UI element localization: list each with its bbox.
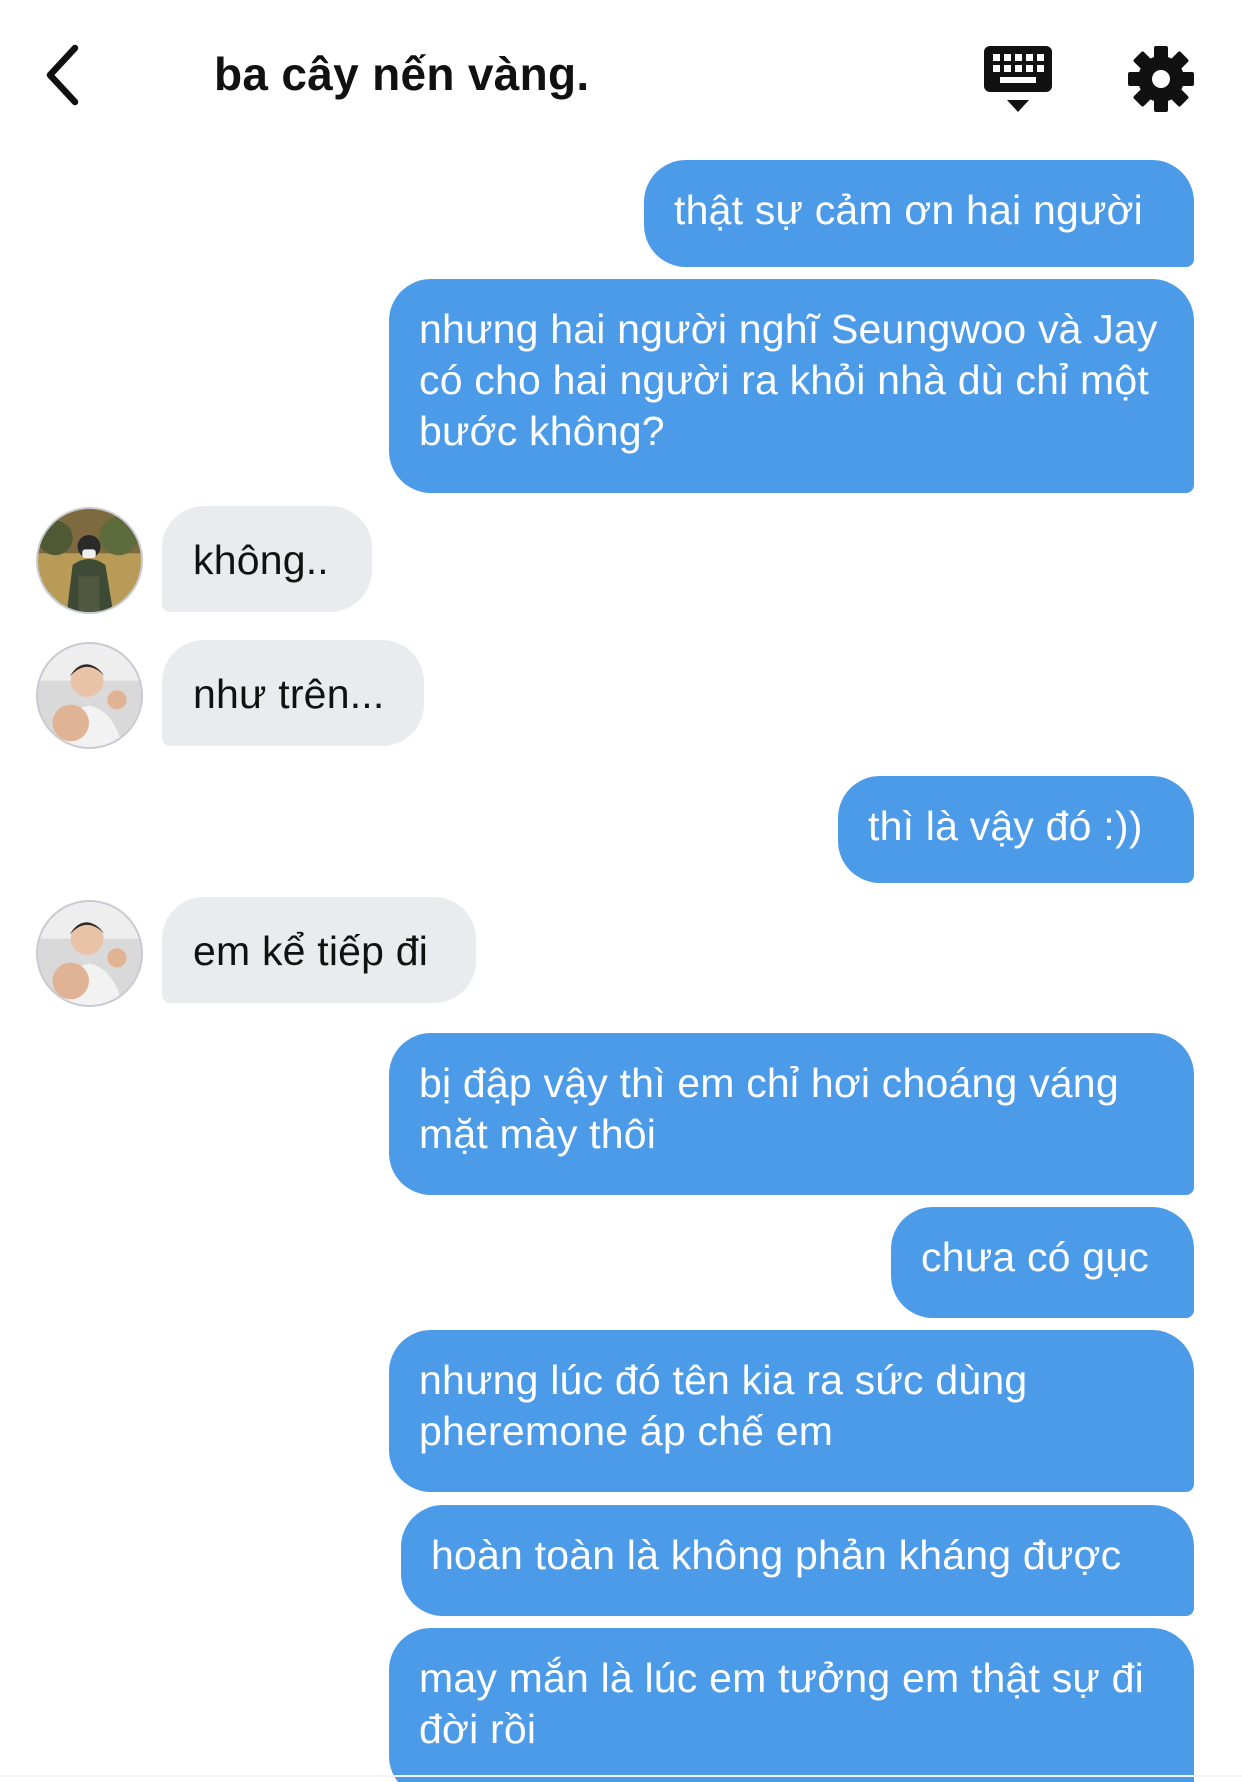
outgoing-message: chưa có gục — [891, 1207, 1194, 1318]
chat-screen: ba cây nến vàng. thật sự cảm ơn hai ngườ… — [0, 0, 1242, 1782]
incoming-message: không.. — [162, 506, 372, 612]
message-list: thật sự cảm ơn hai người nhưng hai người… — [0, 0, 1242, 1782]
contact-photo — [38, 902, 141, 1005]
avatar — [36, 642, 143, 749]
incoming-message: như trên... — [162, 640, 424, 746]
bottom-divider — [0, 1775, 1242, 1777]
avatar — [36, 900, 143, 1007]
outgoing-message: may mắn là lúc em tưởng em thật sự đi đờ… — [389, 1628, 1194, 1782]
outgoing-message: nhưng hai người nghĩ Seungwoo và Jay có … — [389, 279, 1194, 493]
contact-photo — [38, 509, 141, 612]
outgoing-message: hoàn toàn là không phản kháng được — [401, 1505, 1194, 1616]
incoming-message: em kể tiếp đi — [162, 897, 476, 1003]
outgoing-message: bị đập vậy thì em chỉ hơi choáng váng mặ… — [389, 1033, 1194, 1195]
outgoing-message: thì là vậy đó :)) — [838, 776, 1194, 883]
contact-photo — [38, 644, 141, 747]
outgoing-message: nhưng lúc đó tên kia ra sức dùng pheremo… — [389, 1330, 1194, 1492]
avatar — [36, 507, 143, 614]
outgoing-message: thật sự cảm ơn hai người — [644, 160, 1194, 267]
